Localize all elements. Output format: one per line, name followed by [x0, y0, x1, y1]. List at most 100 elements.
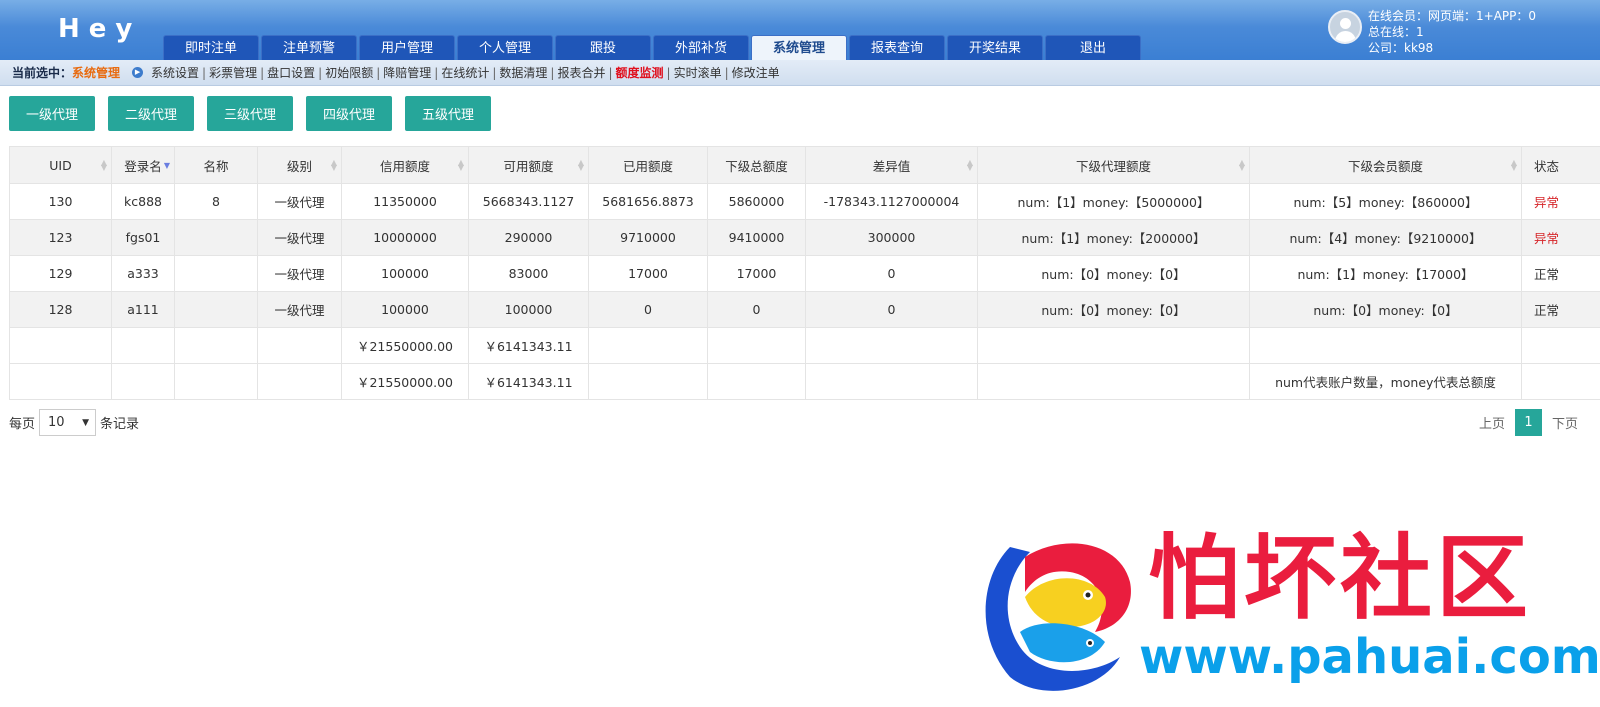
level-5-agent-button[interactable]: 五级代理: [405, 96, 491, 131]
sublink-market-settings[interactable]: 盘口设置: [267, 64, 315, 81]
nav-tab-external-restock[interactable]: 外部补货: [653, 35, 749, 60]
sublink-report-merge[interactable]: 报表合并: [557, 64, 605, 81]
sublink-edit-bets[interactable]: 修改注单: [732, 64, 780, 81]
total-available: ￥6141343.11: [468, 363, 589, 400]
cell-used: 9710000: [588, 219, 708, 256]
nav-tab-logout[interactable]: 退出: [1045, 35, 1141, 60]
level-4-agent-button[interactable]: 四级代理: [306, 96, 392, 131]
cell-level: 一级代理: [257, 291, 342, 328]
nav-tab-live-bets[interactable]: 即时注单: [163, 35, 259, 60]
col-header-diff[interactable]: 差异值 ▲ ▼: [805, 146, 978, 184]
next-page-button[interactable]: 下页: [1552, 413, 1578, 432]
cell-sub-agent: num:【1】money:【200000】: [977, 219, 1250, 256]
nav-tab-user-management[interactable]: 用户管理: [359, 35, 455, 60]
col-header-credit[interactable]: 信用额度 ▲ ▼: [341, 146, 469, 184]
cell-diff: -178343.1127000004: [805, 183, 978, 220]
sort-icon: ▲ ▼: [577, 158, 584, 172]
col-header-sub-agent[interactable]: 下级代理额度 ▲ ▼: [977, 146, 1250, 184]
col-header-uid[interactable]: UID ▲ ▼: [9, 146, 112, 184]
cell-uid: 130: [9, 183, 112, 220]
subtotal-credit: ￥21550000.00: [341, 327, 469, 364]
cell-sub-member: num:【5】money:【860000】: [1249, 183, 1522, 220]
cell-sub-member: num:【0】money:【0】: [1249, 291, 1522, 328]
cell-uid: 128: [9, 291, 112, 328]
table-row: 123 fgs01 一级代理 10000000 290000 9710000 9…: [9, 219, 1600, 256]
nav-tab-system-management[interactable]: 系统管理: [751, 35, 847, 60]
sort-icon: ▲ ▼: [100, 158, 107, 172]
breadcrumb-label: 当前选中：: [12, 66, 73, 80]
sublink-online-stats[interactable]: 在线统计: [441, 64, 489, 81]
cell-sub-agent: num:【1】money:【5000000】: [977, 183, 1250, 220]
cell-available: 290000: [468, 219, 589, 256]
sublink-lottery-management[interactable]: 彩票管理: [209, 64, 257, 81]
sublink-credit-monitor[interactable]: 额度监测: [616, 64, 664, 81]
total-note: num代表账户数量，money代表总额度: [1249, 363, 1522, 400]
records-label: 条记录: [100, 417, 140, 432]
per-page-label: 每页: [9, 417, 36, 432]
top-header: Hey 即时注单 注单预警 用户管理 个人管理 跟投 外部补货 系统管理 报表查…: [0, 0, 1600, 60]
cell-status: 异常: [1521, 219, 1600, 256]
col-header-sub-member[interactable]: 下级会员额度 ▲ ▼: [1249, 146, 1522, 184]
nav-tab-bet-warning[interactable]: 注单预警: [261, 35, 357, 60]
credit-table-container: UID ▲ ▼ 登录名 ▼ 名称 级别 ▲ ▼ 信用额度 ▲ ▼ 可用额度 ▲ ▼ 已用额度 下级…: [9, 146, 1600, 400]
nav-tab-follow-bet[interactable]: 跟投: [555, 35, 651, 60]
sort-icon: ▲ ▼: [966, 158, 973, 172]
cell-available: 100000: [468, 291, 589, 328]
cell-name: [174, 219, 258, 256]
level-2-agent-button[interactable]: 二级代理: [108, 96, 194, 131]
total-credit: ￥21550000.00: [341, 363, 469, 400]
col-header-level[interactable]: 级别 ▲ ▼: [257, 146, 342, 184]
breadcrumb-current: 系统管理: [72, 66, 121, 80]
cell-name: [174, 291, 258, 328]
sublink-system-settings[interactable]: 系统设置: [151, 64, 199, 81]
table-row: 128 a111 一级代理 100000 100000 0 0 0 num:【0…: [9, 291, 1600, 328]
cell-sub-agent: num:【0】money:【0】: [977, 255, 1250, 292]
pagination: 上页 1 下页: [1471, 409, 1586, 436]
credit-table: UID ▲ ▼ 登录名 ▼ 名称 级别 ▲ ▼ 信用额度 ▲ ▼ 可用额度 ▲ ▼ 已用额度 下级…: [9, 146, 1600, 400]
cell-login: a333: [111, 255, 175, 292]
col-header-name: 名称: [174, 146, 258, 184]
watermark-url: www.pahuai.com: [1139, 629, 1600, 685]
col-header-used: 已用额度: [588, 146, 708, 184]
level-3-agent-button[interactable]: 三级代理: [207, 96, 293, 131]
col-header-sub-total: 下级总额度: [707, 146, 806, 184]
main-nav: 即时注单 注单预警 用户管理 个人管理 跟投 外部补货 系统管理 报表查询 开奖…: [163, 35, 1143, 60]
nav-tab-personal[interactable]: 个人管理: [457, 35, 553, 60]
level-1-agent-button[interactable]: 一级代理: [9, 96, 95, 131]
cell-name: 8: [174, 183, 258, 220]
cell-credit: 11350000: [341, 183, 469, 220]
cell-diff: 0: [805, 291, 978, 328]
table-row: 130 kc888 8 一级代理 11350000 5668343.1127 5…: [9, 183, 1600, 220]
sort-icon: ▲ ▼: [1238, 158, 1245, 172]
cell-sub-member: num:【1】money:【17000】: [1249, 255, 1522, 292]
watermark-title: 怕坏社区: [1148, 524, 1533, 632]
cell-sub-total: 5860000: [707, 183, 806, 220]
sublink-live-rolling[interactable]: 实时滚单: [674, 64, 722, 81]
play-arrow-icon: ▶: [132, 67, 144, 78]
cell-name: [174, 255, 258, 292]
breadcrumb: 当前选中： 系统管理 ▶ 系统设置 | 彩票管理 | 盘口设置 | 初始限额 | 降赔管…: [0, 60, 1600, 86]
cell-login: kc888: [111, 183, 175, 220]
cell-login: fgs01: [111, 219, 175, 256]
cell-available: 83000: [468, 255, 589, 292]
prev-page-button[interactable]: 上页: [1479, 413, 1505, 432]
nav-tab-reports[interactable]: 报表查询: [849, 35, 945, 60]
total-online-text: 总在线：1: [1368, 25, 1424, 39]
nav-tab-draw-results[interactable]: 开奖结果: [947, 35, 1043, 60]
current-page-button[interactable]: 1: [1514, 409, 1542, 436]
cell-sub-total: 17000: [707, 255, 806, 292]
cell-credit: 10000000: [341, 219, 469, 256]
watermark-fish-logo: [985, 543, 1131, 691]
sublink-data-cleanup[interactable]: 数据清理: [499, 64, 547, 81]
col-header-available[interactable]: 可用额度 ▲ ▼: [468, 146, 589, 184]
cell-credit: 100000: [341, 291, 469, 328]
sort-icon: ▲ ▼: [1510, 158, 1517, 172]
page-size-select[interactable]: 10 ▼: [39, 409, 97, 436]
online-members-text: 在线会员：网页端：1+APP：0: [1368, 9, 1537, 23]
cell-status: 异常: [1521, 183, 1600, 220]
sublink-odds-reduction[interactable]: 降赔管理: [383, 64, 431, 81]
cell-diff: 0: [805, 255, 978, 292]
sublink-initial-limits[interactable]: 初始限额: [325, 64, 373, 81]
col-header-login[interactable]: 登录名 ▼: [111, 146, 175, 184]
cell-diff: 300000: [805, 219, 978, 256]
